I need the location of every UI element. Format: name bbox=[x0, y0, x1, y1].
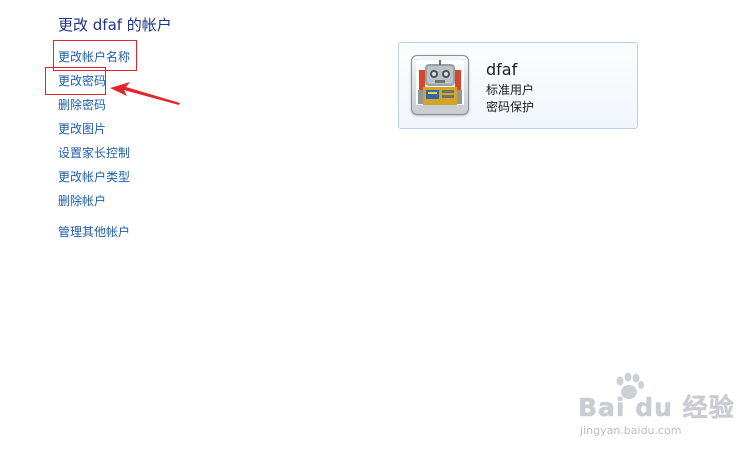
task-link-manage-other-accounts[interactable]: 管理其他帐户 bbox=[58, 225, 130, 239]
account-password-status: 密码保护 bbox=[486, 100, 535, 114]
highlight-box-change-password bbox=[45, 67, 106, 95]
task-link-change-account-type[interactable]: 更改帐户类型 bbox=[58, 170, 130, 184]
watermark-logo: Bai du 经验 bbox=[578, 393, 735, 422]
task-link-delete-account[interactable]: 删除帐户 bbox=[58, 194, 106, 208]
account-card[interactable]: dfaf 标准用户 密码保护 bbox=[398, 42, 638, 129]
red-arrow-annotation bbox=[110, 82, 180, 105]
task-link-remove-password[interactable]: 删除密码 bbox=[58, 98, 106, 112]
robot-avatar-icon bbox=[416, 60, 464, 110]
avatar[interactable] bbox=[411, 55, 469, 115]
account-type: 标准用户 bbox=[486, 83, 535, 97]
task-link-change-picture[interactable]: 更改图片 bbox=[58, 122, 106, 136]
baidu-jingyan-watermark: Bai du 经验 jingyan.baidu.com bbox=[560, 372, 734, 444]
page-title: 更改 dfaf 的帐户 bbox=[58, 16, 172, 34]
watermark-url: jingyan.baidu.com bbox=[580, 424, 682, 437]
account-name: dfaf bbox=[486, 60, 518, 79]
task-link-parental-controls[interactable]: 设置家长控制 bbox=[58, 146, 130, 160]
